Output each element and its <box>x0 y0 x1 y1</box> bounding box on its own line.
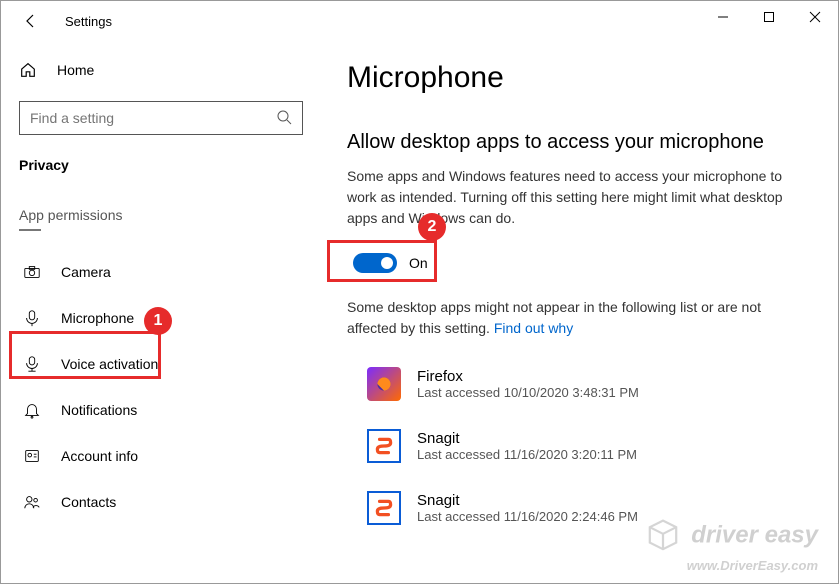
camera-icon <box>23 263 41 281</box>
search-icon <box>276 109 292 128</box>
app-name: Firefox <box>417 368 639 385</box>
bell-icon <box>23 401 41 419</box>
snagit-icon <box>367 429 401 463</box>
contacts-icon <box>23 493 41 511</box>
account-icon <box>23 447 41 465</box>
note-text: Some desktop apps might not appear in th… <box>347 297 798 339</box>
toggle-knob <box>381 257 393 269</box>
sidebar-item-label: Microphone <box>61 310 134 326</box>
content-pane: Microphone Allow desktop apps to access … <box>321 41 838 583</box>
app-item-snagit-1: Snagit Last accessed 11/16/2020 3:20:11 … <box>367 415 798 477</box>
sidebar-item-label: Notifications <box>61 402 137 418</box>
home-icon <box>19 61 37 79</box>
find-out-why-link[interactable]: Find out why <box>494 320 573 336</box>
sidebar-item-label: Camera <box>61 264 111 280</box>
sidebar-item-label: Voice activation <box>61 356 158 372</box>
search-box[interactable] <box>19 101 303 135</box>
sidebar: Home Privacy App permissions Camera Micr… <box>1 41 321 583</box>
page-title: Microphone <box>347 61 798 95</box>
app-meta: Last accessed 11/16/2020 2:24:46 PM <box>417 509 638 524</box>
search-input[interactable] <box>30 110 276 126</box>
app-item-firefox: Firefox Last accessed 10/10/2020 3:48:31… <box>367 353 798 415</box>
toggle-label: On <box>409 255 428 271</box>
app-item-snagit-2: Snagit Last accessed 11/16/2020 2:24:46 … <box>367 477 798 539</box>
sidebar-home-label: Home <box>57 62 94 78</box>
section-header: App permissions <box>19 207 303 223</box>
app-name: Snagit <box>417 430 637 447</box>
app-meta: Last accessed 11/16/2020 3:20:11 PM <box>417 447 637 462</box>
window-title: Settings <box>65 14 112 29</box>
maximize-icon <box>763 11 775 23</box>
allow-desktop-apps-toggle[interactable] <box>353 253 397 273</box>
divider <box>19 229 41 231</box>
maximize-button[interactable] <box>746 1 792 33</box>
sidebar-item-notifications[interactable]: Notifications <box>19 387 303 433</box>
sidebar-item-contacts[interactable]: Contacts <box>19 479 303 525</box>
firefox-icon <box>367 367 401 401</box>
voice-icon <box>23 355 41 373</box>
back-button[interactable] <box>15 5 47 37</box>
sidebar-item-camera[interactable]: Camera <box>19 249 303 295</box>
sub-heading: Allow desktop apps to access your microp… <box>347 131 798 154</box>
sidebar-item-label: Account info <box>61 448 138 464</box>
sidebar-item-label: Contacts <box>61 494 116 510</box>
sidebar-item-microphone[interactable]: Microphone <box>19 295 303 341</box>
arrow-left-icon <box>23 13 39 29</box>
microphone-icon <box>23 309 41 327</box>
sidebar-item-voice[interactable]: Voice activation <box>19 341 303 387</box>
snagit-icon <box>367 491 401 525</box>
minimize-icon <box>717 11 729 23</box>
category-label: Privacy <box>19 157 303 173</box>
description-text: Some apps and Windows features need to a… <box>347 166 798 229</box>
app-list: Firefox Last accessed 10/10/2020 3:48:31… <box>347 353 798 539</box>
sidebar-item-account[interactable]: Account info <box>19 433 303 479</box>
app-name: Snagit <box>417 492 638 509</box>
app-meta: Last accessed 10/10/2020 3:48:31 PM <box>417 385 639 400</box>
close-button[interactable] <box>792 1 838 33</box>
sidebar-item-home[interactable]: Home <box>19 53 303 87</box>
minimize-button[interactable] <box>700 1 746 33</box>
close-icon <box>809 11 821 23</box>
